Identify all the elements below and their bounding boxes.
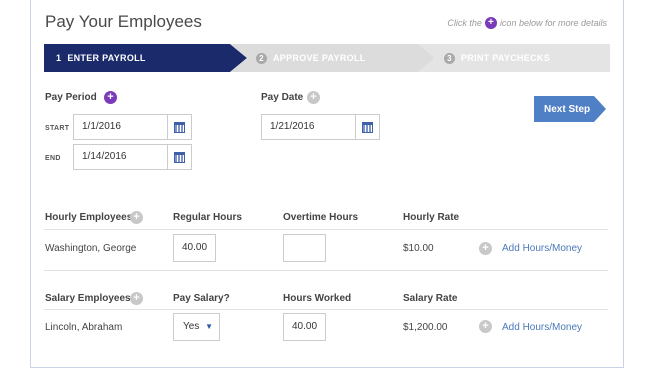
start-date-field[interactable]: 1/1/2016 <box>73 114 192 140</box>
calendar-icon <box>362 121 373 133</box>
help-hint: Click the + icon below for more details <box>447 17 607 29</box>
pay-date-input[interactable]: 1/21/2016 <box>262 115 355 139</box>
step-print-paychecks[interactable]: 3 PRINT PAYCHECKS <box>418 44 610 72</box>
hourly-info-icon[interactable]: + <box>130 211 143 224</box>
divider <box>44 270 608 271</box>
step-number: 3 <box>444 52 455 64</box>
calendar-icon <box>174 121 185 133</box>
end-date-input[interactable]: 1/14/2016 <box>74 145 167 169</box>
step-label: PRINT PAYCHECKS <box>461 53 551 63</box>
add-hours-icon[interactable]: + <box>479 320 492 333</box>
step-label: APPROVE PAYROLL <box>273 53 366 63</box>
hint-prefix: Click the <box>447 18 482 28</box>
start-date-input[interactable]: 1/1/2016 <box>74 115 167 139</box>
pay-date-label: Pay Date <box>261 92 304 103</box>
divider <box>44 229 608 230</box>
regular-hours-header: Regular Hours <box>173 212 242 223</box>
step-enter-payroll[interactable]: 1 ENTER PAYROLL <box>44 44 247 72</box>
next-step-button[interactable]: Next Step <box>534 96 606 122</box>
start-label: START <box>45 125 70 132</box>
overtime-hours-input[interactable] <box>283 234 326 262</box>
regular-hours-input[interactable]: 40.00 <box>173 234 216 262</box>
calendar-icon <box>174 151 185 163</box>
pay-date-field[interactable]: 1/21/2016 <box>261 114 380 140</box>
employee-name: Washington, George <box>45 243 137 254</box>
employee-name: Lincoln, Abraham <box>45 322 123 333</box>
step-approve-payroll[interactable]: 2 APPROVE PAYROLL <box>230 44 435 72</box>
hint-suffix: icon below for more details <box>499 18 607 28</box>
pay-period-label: Pay Period <box>45 92 97 103</box>
start-date-calendar-button[interactable] <box>167 115 191 139</box>
add-hours-money-link[interactable]: Add Hours/Money <box>502 322 582 333</box>
salary-rate-header: Salary Rate <box>403 293 458 304</box>
step-number: 1 <box>56 53 62 63</box>
hours-worked-header: Hours Worked <box>283 293 352 304</box>
hourly-rate-header: Hourly Rate <box>403 212 460 223</box>
wizard-steps: 1 ENTER PAYROLL 2 APPROVE PAYROLL 3 PRIN… <box>44 44 610 72</box>
payroll-card: Pay Your Employees Click the + icon belo… <box>30 0 624 368</box>
pay-salary-select[interactable]: Yes ▼ <box>173 313 220 341</box>
end-date-field[interactable]: 1/14/2016 <box>73 144 192 170</box>
page-title: Pay Your Employees <box>45 12 202 31</box>
pay-period-info-icon[interactable]: + <box>104 91 117 104</box>
salary-employees-header: Salary Employees <box>45 293 131 304</box>
step-number: 2 <box>256 52 267 64</box>
overtime-hours-header: Overtime Hours <box>283 212 359 223</box>
pay-date-info-icon[interactable]: + <box>307 91 320 104</box>
pay-salary-value: Yes <box>183 321 200 332</box>
step-label: ENTER PAYROLL <box>67 53 146 63</box>
salary-info-icon[interactable]: + <box>130 292 143 305</box>
end-date-calendar-button[interactable] <box>167 145 191 169</box>
add-hours-money-link[interactable]: Add Hours/Money <box>502 243 582 254</box>
add-hours-icon[interactable]: + <box>479 242 492 255</box>
hourly-employees-header: Hourly Employees <box>45 212 133 223</box>
hours-worked-input[interactable]: 40.00 <box>283 313 326 341</box>
pay-date-calendar-button[interactable] <box>355 115 379 139</box>
divider <box>44 309 608 310</box>
pay-salary-header: Pay Salary? <box>173 293 230 304</box>
chevron-down-icon: ▼ <box>205 322 213 331</box>
end-label: END <box>45 155 61 162</box>
hourly-rate-value: $10.00 <box>403 243 434 254</box>
plus-icon: + <box>484 17 497 29</box>
salary-rate-value: $1,200.00 <box>403 322 448 333</box>
